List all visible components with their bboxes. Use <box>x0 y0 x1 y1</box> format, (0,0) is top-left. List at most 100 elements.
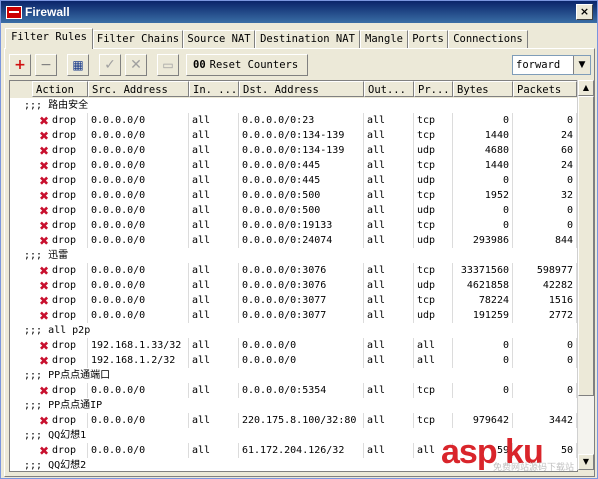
table-row[interactable]: ✖ drop 192.168.1.2/32 all 0.0.0.0/0 all all 0 0 <box>10 353 577 368</box>
cell-action: drop <box>50 143 88 158</box>
cell-protocol: tcp <box>414 113 453 128</box>
cell-bytes: 33371560 <box>453 263 513 278</box>
cell-dst-address: 0.0.0.0/0 <box>239 353 364 368</box>
table-row[interactable]: ✖ drop 0.0.0.0/0 all 0.0.0.0/0:3077 all tcp 782… <box>10 293 577 308</box>
cell-packets: 3442 <box>513 413 577 428</box>
table-row[interactable]: ✖ drop 0.0.0.0/0 all 0.0.0.0/0:134-139 all tcp… <box>10 128 577 143</box>
cell-bytes: 191259 <box>453 308 513 323</box>
tab-destination-nat[interactable]: Destination NAT <box>255 30 360 48</box>
drop-icon: ✖ <box>38 444 50 458</box>
comment-icon: ▭ <box>162 58 174 72</box>
comment-row[interactable]: ;;; PP点点通端口 <box>10 368 577 383</box>
filter-button[interactable]: ▦ <box>67 54 89 76</box>
cell-src-address: 0.0.0.0/0 <box>88 263 189 278</box>
drop-icon: ✖ <box>38 354 50 368</box>
cell-in-interface: all <box>189 293 239 308</box>
disable-button[interactable]: ✕ <box>125 54 147 76</box>
cell-bytes: 0 <box>453 338 513 353</box>
cell-action: drop <box>50 308 88 323</box>
comment-row[interactable]: ;;; PP点点通IP <box>10 398 577 413</box>
enable-button[interactable]: ✓ <box>99 54 121 76</box>
cell-out-interface: all <box>364 113 414 128</box>
drop-icon: ✖ <box>38 339 50 353</box>
scroll-down-icon[interactable]: ▼ <box>578 454 594 470</box>
table-row[interactable]: ✖ drop 0.0.0.0/0 all 0.0.0.0/0:5354 all tcp 0 0 <box>10 383 577 398</box>
cell-src-address: 0.0.0.0/0 <box>88 383 189 398</box>
tab-filter-rules[interactable]: Filter Rules <box>5 28 93 49</box>
cell-packets: 24 <box>513 158 577 173</box>
cell-action: drop <box>50 128 88 143</box>
cell-out-interface: all <box>364 203 414 218</box>
table-row[interactable]: ✖ drop 0.0.0.0/0 all 0.0.0.0/0:3077 all udp 191… <box>10 308 577 323</box>
column-header-src-address[interactable]: Src. Address <box>88 81 189 97</box>
table-row[interactable]: ✖ drop 0.0.0.0/0 all 0.0.0.0/0:500 all tcp 1952… <box>10 188 577 203</box>
remove-button[interactable]: − <box>35 54 57 76</box>
cell-out-interface: all <box>364 308 414 323</box>
vertical-scrollbar[interactable]: ▲ ▼ <box>577 80 594 470</box>
column-header-bytes[interactable]: Bytes <box>453 81 513 97</box>
cell-packets: 598977 <box>513 263 577 278</box>
column-header-action[interactable]: Action <box>32 81 88 97</box>
table-row[interactable]: ✖ drop 0.0.0.0/0 all 0.0.0.0/0:445 all udp 0 0 <box>10 173 577 188</box>
table-row[interactable]: ✖ drop 0.0.0.0/0 all 0.0.0.0/0:3076 all tcp 333… <box>10 263 577 278</box>
drop-icon: ✖ <box>38 294 50 308</box>
tab-filter-chains[interactable]: Filter Chains <box>93 30 183 48</box>
table-row[interactable]: ✖ drop 0.0.0.0/0 all 0.0.0.0/0:134-139 all udp… <box>10 143 577 158</box>
cell-out-interface: all <box>364 293 414 308</box>
drop-icon: ✖ <box>38 219 50 233</box>
comment-button[interactable]: ▭ <box>157 54 179 76</box>
table-row[interactable]: ✖ drop 192.168.1.33/32 all 0.0.0.0/0 all all 0 0 <box>10 338 577 353</box>
table-row[interactable]: ✖ drop 0.0.0.0/0 all 0.0.0.0/0:3076 all udp 462… <box>10 278 577 293</box>
column-header-dst-address[interactable]: Dst. Address <box>239 81 364 97</box>
scroll-thumb[interactable] <box>578 96 594 396</box>
chevron-down-icon[interactable]: ▼ <box>573 56 590 74</box>
cell-action: drop <box>50 188 88 203</box>
table-row[interactable]: ✖ drop 0.0.0.0/0 all 0.0.0.0/0:24074 all udp 29… <box>10 233 577 248</box>
cell-packets: 0 <box>513 113 577 128</box>
cell-dst-address: 0.0.0.0/0 <box>239 338 364 353</box>
table-row[interactable]: ✖ drop 0.0.0.0/0 all 220.175.8.100/32:80 all t… <box>10 413 577 428</box>
drop-icon: ✖ <box>38 279 50 293</box>
tab-ports[interactable]: Ports <box>408 30 448 48</box>
cell-in-interface: all <box>189 443 239 458</box>
comment-row[interactable]: ;;; 路由安全 <box>10 98 577 113</box>
table-row[interactable]: ✖ drop 0.0.0.0/0 all 0.0.0.0/0:19133 all tcp 0 0 <box>10 218 577 233</box>
cell-src-address: 0.0.0.0/0 <box>88 233 189 248</box>
close-icon[interactable]: × <box>576 4 593 20</box>
comment-row[interactable]: ;;; all p2p <box>10 323 577 338</box>
drop-icon: ✖ <box>38 234 50 248</box>
column-header-in-interface[interactable]: In. ... <box>189 81 239 97</box>
cell-src-address: 0.0.0.0/0 <box>88 173 189 188</box>
chain-select[interactable]: forward ▼ <box>512 55 591 75</box>
cell-src-address: 0.0.0.0/0 <box>88 278 189 293</box>
tab-source-nat[interactable]: Source NAT <box>183 30 255 48</box>
cell-action: drop <box>50 203 88 218</box>
comment-row[interactable]: ;;; 迅雷 <box>10 248 577 263</box>
cell-out-interface: all <box>364 188 414 203</box>
column-header-out-interface[interactable]: Out... <box>364 81 414 97</box>
drop-icon: ✖ <box>38 204 50 218</box>
table-row[interactable]: ✖ drop 0.0.0.0/0 all 0.0.0.0/0:445 all tcp 1440… <box>10 158 577 173</box>
cell-dst-address: 0.0.0.0/0:500 <box>239 188 364 203</box>
cell-in-interface: all <box>189 188 239 203</box>
cell-protocol: all <box>414 338 453 353</box>
title-bar[interactable]: Firewall × <box>1 1 597 23</box>
add-button[interactable]: + <box>9 54 31 76</box>
reset-counters-label: Reset Counters <box>209 59 299 71</box>
table-row[interactable]: ✖ drop 0.0.0.0/0 all 0.0.0.0/0:500 all udp 0 0 <box>10 203 577 218</box>
cell-packets: 0 <box>513 383 577 398</box>
drop-icon: ✖ <box>38 189 50 203</box>
reset-counters-button[interactable]: 00 Reset Counters <box>186 54 308 76</box>
tab-mangle[interactable]: Mangle <box>360 30 408 48</box>
column-header-protocol[interactable]: Pr... <box>414 81 453 97</box>
rules-table: Action Src. Address In. ... Dst. Address… <box>9 80 578 472</box>
cell-bytes: 4621858 <box>453 278 513 293</box>
cell-action: drop <box>50 413 88 428</box>
scroll-up-icon[interactable]: ▲ <box>578 80 594 96</box>
cell-out-interface: all <box>364 173 414 188</box>
tab-connections[interactable]: Connections <box>448 30 528 48</box>
column-header-packets[interactable]: Packets <box>513 81 577 97</box>
cell-out-interface: all <box>364 233 414 248</box>
cell-in-interface: all <box>189 338 239 353</box>
table-row[interactable]: ✖ drop 0.0.0.0/0 all 0.0.0.0/0:23 all tcp 0 0 <box>10 113 577 128</box>
